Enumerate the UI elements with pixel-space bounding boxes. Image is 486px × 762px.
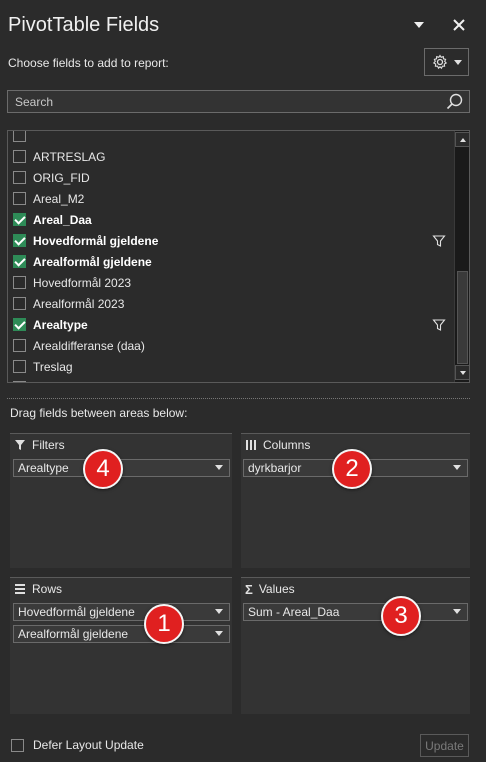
field-list-item[interactable]: Treslag [8, 356, 448, 377]
field-list-item[interactable] [8, 131, 448, 146]
field-label: Arealtype [33, 317, 88, 332]
field-list-item[interactable]: ARTRESLAG [8, 146, 448, 167]
defer-layout-checkbox[interactable] [11, 738, 24, 752]
dropdown-arrow-icon[interactable] [453, 609, 461, 614]
field-checkbox[interactable] [13, 381, 26, 382]
pill-label: dyrkbarjor [248, 461, 302, 475]
field-label: Arealformål 2023 [33, 296, 125, 311]
chevron-down-icon [414, 22, 424, 28]
field-label: ARTRESLAG [33, 149, 106, 164]
rows-icon [15, 584, 25, 594]
defer-layout-label: Defer Layout Update [33, 738, 144, 752]
field-list-item[interactable]: Arealtype [8, 314, 448, 335]
field-list-item[interactable]: ORIG_FID [8, 167, 448, 188]
field-checkbox[interactable] [13, 255, 26, 268]
field-label: ORIG_FID [33, 170, 90, 185]
field-list[interactable]: ARTRESLAG ORIG_FID Areal_M2 Areal_Daa Hovedf… [7, 130, 470, 383]
field-label: Hovedformål 2023 [33, 275, 132, 290]
field-checkbox[interactable] [13, 276, 26, 289]
drag-fields-label: Drag fields between areas below: [10, 406, 188, 420]
field-checkbox[interactable] [13, 213, 26, 226]
field-checkbox[interactable] [13, 131, 26, 142]
rows-area[interactable]: Rows Hovedformål gjeldene Arealformål gj… [10, 577, 232, 714]
close-button[interactable] [448, 14, 470, 36]
row-field-pill[interactable]: Hovedformål gjeldene [13, 603, 230, 621]
pill-label: Arealtype [18, 461, 69, 475]
field-checkbox[interactable] [13, 339, 26, 352]
field-checkbox[interactable] [13, 150, 26, 163]
field-list-item[interactable]: Areal_M2 [8, 188, 448, 209]
field-checkbox[interactable] [13, 192, 26, 205]
pill-label: Hovedformål gjeldene [18, 605, 135, 619]
field-label: Areal_M2 [33, 191, 85, 206]
number-badge: 2 [332, 449, 372, 489]
scroll-up-button[interactable] [455, 132, 469, 147]
values-area[interactable]: Σ Values Sum - Areal_Daa [241, 577, 470, 714]
chevron-down-icon [453, 59, 462, 65]
field-list-item[interactable]: Hovedformål gjeldene [8, 230, 448, 251]
dropdown-arrow-icon[interactable] [215, 631, 223, 636]
number-badge: 4 [83, 449, 123, 489]
scrollbar-thumb[interactable] [457, 271, 468, 364]
number-badge: 3 [381, 596, 421, 636]
pane-options-button[interactable] [408, 14, 430, 36]
search-field[interactable]: Search [7, 90, 470, 113]
field-label: Arealformål gjeldene [33, 254, 152, 269]
arrow-down-icon [459, 370, 466, 375]
close-icon [453, 19, 465, 31]
field-checkbox[interactable] [13, 234, 26, 247]
filters-area[interactable]: Filters Arealtype [10, 433, 232, 568]
dropdown-arrow-icon[interactable] [215, 465, 223, 470]
filter-applied-icon[interactable] [432, 234, 446, 248]
search-icon[interactable] [445, 92, 465, 112]
pill-label: Arealformål gjeldene [18, 627, 129, 641]
rows-area-label: Rows [32, 582, 63, 596]
field-label: Areal_Daa [33, 212, 92, 227]
update-button[interactable]: Update [420, 734, 469, 757]
field-list-item[interactable]: Bonitet [8, 377, 448, 383]
field-label: Arealdifferanse (daa) [33, 338, 145, 353]
field-label: Bonitet [33, 381, 70, 383]
choose-fields-label: Choose fields to add to report: [8, 56, 169, 70]
rows-area-header: Rows [10, 578, 232, 600]
field-list-scrollbar[interactable] [454, 131, 469, 382]
field-list-item[interactable]: Arealformål gjeldene [8, 251, 448, 272]
row-field-pill[interactable]: Arealformål gjeldene [13, 625, 230, 643]
field-checkbox[interactable] [13, 171, 26, 184]
number-badge: 1 [144, 604, 184, 644]
pill-label: Sum - Areal_Daa [248, 605, 340, 619]
pane-divider [7, 398, 470, 399]
defer-layout-update[interactable]: Defer Layout Update [11, 738, 144, 752]
field-label: Hovedformål gjeldene [33, 233, 159, 248]
filter-icon [15, 440, 25, 450]
field-list-item[interactable]: Areal_Daa [8, 209, 448, 230]
dropdown-arrow-icon[interactable] [215, 609, 223, 614]
field-label: Treslag [33, 359, 73, 374]
dropdown-arrow-icon[interactable] [453, 465, 461, 470]
filter-applied-icon[interactable] [432, 318, 446, 332]
values-area-header: Σ Values [241, 578, 470, 600]
search-placeholder: Search [15, 95, 54, 109]
value-field-pill[interactable]: Sum - Areal_Daa [243, 603, 468, 621]
arrow-up-icon [459, 137, 466, 142]
sigma-icon: Σ [245, 581, 253, 597]
filters-area-header: Filters [10, 434, 232, 456]
field-checkbox[interactable] [13, 297, 26, 310]
scroll-down-button[interactable] [455, 365, 469, 380]
columns-icon [246, 440, 256, 450]
field-checkbox[interactable] [13, 318, 26, 331]
values-area-label: Values [258, 582, 295, 596]
columns-area-label: Columns [263, 438, 311, 452]
gear-icon [432, 54, 447, 70]
field-list-item[interactable]: Arealdifferanse (daa) [8, 335, 448, 356]
field-list-item[interactable]: Arealformål 2023 [8, 293, 448, 314]
tools-button[interactable] [424, 48, 469, 76]
filters-area-label: Filters [32, 438, 65, 452]
field-checkbox[interactable] [13, 360, 26, 373]
field-list-item[interactable]: Hovedformål 2023 [8, 272, 448, 293]
pane-title: PivotTable Fields [8, 14, 160, 36]
